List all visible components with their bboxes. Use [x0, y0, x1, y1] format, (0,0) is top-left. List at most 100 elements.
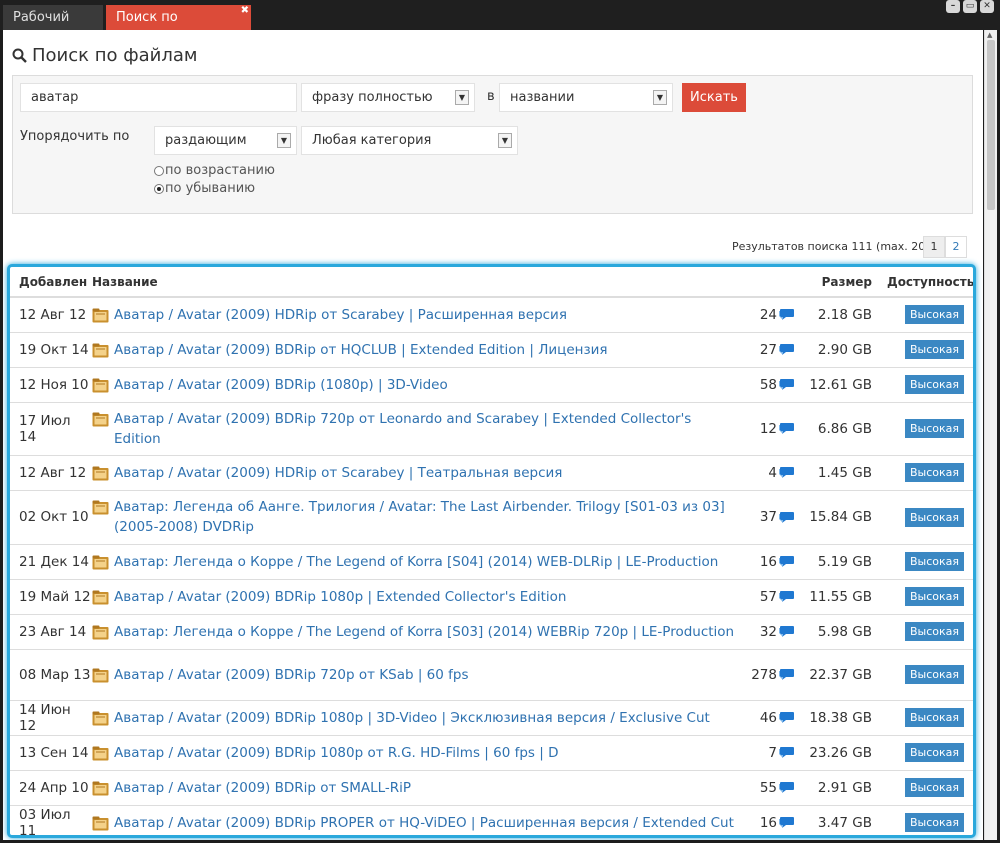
comment-bubble-icon: [779, 626, 794, 637]
row-availability: Высокая: [887, 543, 973, 579]
row-comments[interactable]: 7: [747, 734, 797, 770]
in-label: в: [487, 89, 495, 104]
comment-count: 46: [759, 709, 777, 726]
folder-icon: [92, 711, 109, 725]
folder-icon: [92, 668, 109, 682]
radio-icon: [154, 165, 164, 176]
torrent-title-link[interactable]: Аватар: Легенда о Корре / The Legend of …: [114, 552, 718, 572]
page-1-button[interactable]: 1: [923, 236, 945, 258]
folder-icon: [92, 466, 109, 480]
torrent-title-link[interactable]: Аватар / Avatar (2009) HDRip от Scarabey…: [114, 305, 567, 325]
torrent-title-link[interactable]: Аватар / Avatar (2009) BDRip от SMALL-Ri…: [114, 778, 411, 798]
page-2-button[interactable]: 2: [945, 236, 967, 258]
torrent-title-link[interactable]: Аватар / Avatar (2009) BDRip 1080p | Ext…: [114, 587, 566, 607]
results-count: Результатов поиска 111 (max. 2000): [732, 240, 944, 253]
row-comments[interactable]: 58: [747, 366, 797, 402]
comment-bubble-icon: [779, 467, 794, 478]
search-input[interactable]: аватар: [20, 83, 297, 112]
table-row: 12 Ноя 10 Аватар / Avatar (2009) BDRip (…: [10, 366, 973, 402]
torrent-title-link[interactable]: Аватар: Легенда о Корре / The Legend of …: [114, 622, 734, 642]
comment-bubble-icon: [779, 309, 794, 321]
header-availability[interactable]: Доступность: [887, 267, 973, 298]
header-size[interactable]: Размер: [797, 267, 887, 298]
sort-value: раздающим: [165, 133, 247, 148]
table-row: 13 Сен 14 Аватар / Avatar (2009) BDRip 1…: [10, 734, 973, 770]
torrent-title-link[interactable]: Аватар / Avatar (2009) BDRip 1080p от R.…: [114, 743, 558, 763]
search-field-select[interactable]: названии ▼: [499, 83, 673, 112]
row-availability: Высокая: [887, 578, 973, 614]
header-date[interactable]: Добавлен: [10, 267, 92, 298]
tab-torrent-search[interactable]: Поиск по торрентам ✖: [106, 5, 251, 50]
row-comments[interactable]: 55: [747, 769, 797, 805]
availability-badge: Высокая: [905, 305, 965, 325]
row-name-cell: Аватар / Avatar (2009) BDRip (1080p) | 3…: [92, 366, 747, 402]
row-date: 03 Июл 11: [10, 804, 92, 835]
row-name-cell: Аватар / Avatar (2009) BDRip 1080p | 3D-…: [92, 699, 747, 735]
comment-count: 37: [759, 509, 777, 525]
scrollbar-thumb[interactable]: [987, 40, 995, 210]
table-row: 02 Окт 10 Аватар: Легенда об Аанге. Трил…: [10, 489, 973, 544]
row-date: 08 Мар 13: [10, 648, 92, 700]
scrollbar[interactable]: ▲: [984, 30, 997, 840]
sort-select[interactable]: раздающим ▼: [154, 126, 297, 155]
row-comments[interactable]: 278: [747, 648, 797, 700]
chevron-down-icon: ▼: [653, 90, 667, 105]
torrent-title-link[interactable]: Аватар / Avatar (2009) BDRip 720p от KSa…: [114, 665, 469, 685]
row-comments[interactable]: 27: [747, 331, 797, 367]
close-window-button[interactable]: ✕: [980, 0, 994, 13]
row-name-cell: Аватар / Avatar (2009) BDRip PROPER от H…: [92, 804, 747, 835]
row-availability: Высокая: [887, 613, 973, 649]
magnifier-icon: [12, 48, 27, 63]
scroll-up-icon[interactable]: ▲: [987, 31, 992, 39]
row-date: 19 Окт 14: [10, 331, 92, 367]
availability-badge: Высокая: [905, 507, 965, 527]
close-icon[interactable]: ✖: [241, 0, 249, 23]
folder-icon: [92, 746, 109, 760]
availability-badge: Высокая: [905, 813, 965, 833]
minimize-button[interactable]: –: [946, 0, 960, 13]
search-button[interactable]: Искать: [682, 83, 746, 112]
comment-count: 16: [759, 553, 777, 570]
availability-badge: Высокая: [905, 375, 965, 394]
torrent-title-link[interactable]: Аватар / Avatar (2009) BDRip от HQCLUB |…: [114, 340, 608, 360]
table-row: 23 Авг 14 Аватар: Легенда о Корре / The …: [10, 613, 973, 649]
search-form: аватар фразу полностью ▼ в названии ▼ Ис…: [12, 75, 973, 214]
row-name-cell: Аватар / Avatar (2009) BDRip 720p от KSa…: [92, 648, 747, 700]
table-row: 12 Авг 12 Аватар / Avatar (2009) HDRip о…: [10, 454, 973, 490]
comment-bubble-icon: [779, 712, 794, 723]
torrent-title-link[interactable]: Аватар / Avatar (2009) BDRip PROPER от H…: [114, 813, 734, 833]
torrent-title-link[interactable]: Аватар / Avatar (2009) BDRip (1080p) | 3…: [114, 375, 448, 395]
category-select[interactable]: Любая категория ▼: [301, 126, 518, 155]
row-comments[interactable]: 57: [747, 578, 797, 614]
row-comments[interactable]: 4: [747, 454, 797, 490]
match-mode-select[interactable]: фразу полностью ▼: [301, 83, 475, 112]
row-date: 17 Июл 14: [10, 401, 92, 455]
comment-count: 4: [768, 464, 777, 481]
torrent-title-link[interactable]: Аватар: Легенда об Аанге. Трилогия / Ava…: [114, 497, 737, 537]
row-size: 12.61 GB: [797, 366, 887, 402]
tab-desktop[interactable]: Рабочий стол: [3, 5, 103, 50]
row-name-cell: Аватар / Avatar (2009) BDRip от HQCLUB |…: [92, 331, 747, 367]
order-descending-radio[interactable]: по убыванию: [154, 181, 255, 196]
folder-icon: [92, 781, 109, 795]
row-comments[interactable]: 46: [747, 699, 797, 735]
row-availability: Высокая: [887, 401, 973, 455]
main-panel: Поиск по файлам аватар фразу полностью ▼…: [3, 30, 983, 840]
torrent-title-link[interactable]: Аватар / Avatar (2009) BDRip 720p от Leo…: [114, 409, 737, 449]
order-ascending-radio[interactable]: по возрастанию: [154, 163, 275, 178]
row-comments[interactable]: 37: [747, 489, 797, 544]
row-comments[interactable]: 12: [747, 401, 797, 455]
row-comments[interactable]: 32: [747, 613, 797, 649]
header-name[interactable]: Название: [92, 267, 747, 298]
row-comments[interactable]: 24: [747, 296, 797, 332]
row-name-cell: Аватар / Avatar (2009) BDRip от SMALL-Ri…: [92, 769, 747, 805]
row-comments[interactable]: 16: [747, 543, 797, 579]
torrent-title-link[interactable]: Аватар / Avatar (2009) HDRip от Scarabey…: [114, 463, 562, 483]
chevron-down-icon: ▼: [498, 133, 512, 148]
comment-bubble-icon: [779, 747, 794, 758]
torrent-title-link[interactable]: Аватар / Avatar (2009) BDRip 1080p | 3D-…: [114, 708, 710, 728]
row-comments[interactable]: 16: [747, 804, 797, 835]
restore-button[interactable]: ▭: [963, 0, 977, 13]
comment-bubble-icon: [779, 669, 794, 680]
folder-icon: [92, 625, 109, 639]
